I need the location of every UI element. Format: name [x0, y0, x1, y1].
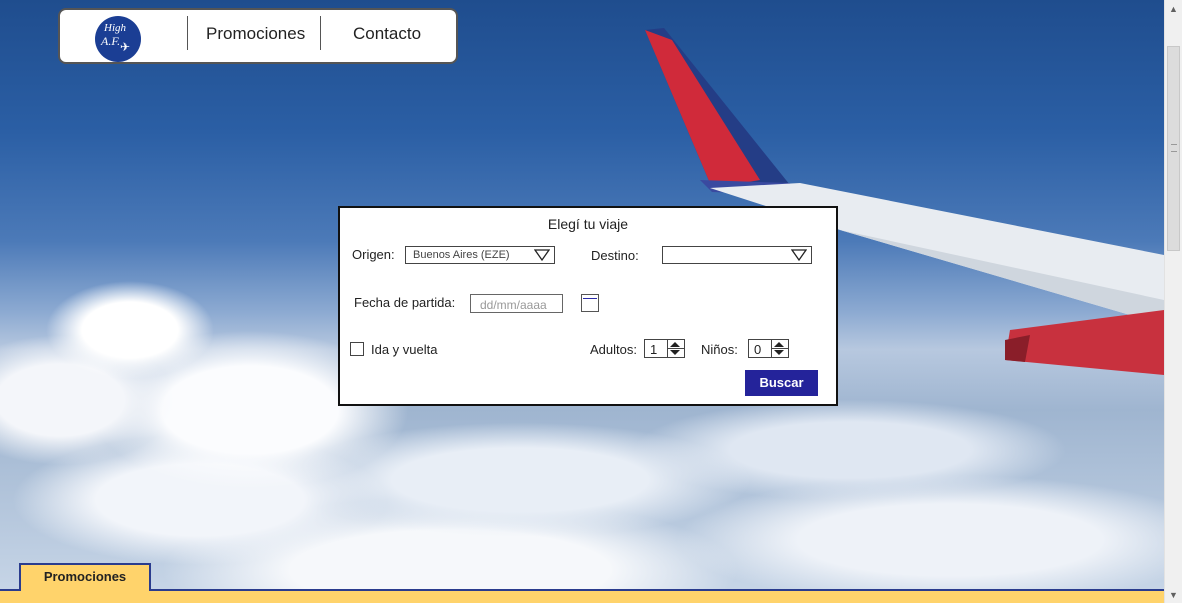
date-label: Fecha de partida:	[354, 295, 456, 310]
nav-divider	[320, 16, 321, 50]
adults-value: 1	[650, 342, 658, 357]
decrement-icon[interactable]	[670, 350, 680, 355]
vertical-scrollbar[interactable]: ▲ ▼	[1164, 0, 1182, 603]
decrement-icon[interactable]	[774, 350, 784, 355]
scroll-down-icon[interactable]: ▼	[1165, 586, 1182, 603]
departure-date-input[interactable]: dd/mm/aaaa	[470, 294, 563, 313]
destination-label: Destino:	[591, 248, 639, 263]
nav-divider	[187, 16, 188, 50]
destination-select[interactable]	[662, 246, 812, 264]
children-value: 0	[754, 342, 762, 357]
adults-label: Adultos:	[590, 342, 637, 357]
scroll-up-icon[interactable]: ▲	[1165, 0, 1182, 17]
children-stepper[interactable]: 0	[748, 339, 789, 358]
nav-link-promociones[interactable]: Promociones	[206, 24, 305, 44]
logo-text-line2: A.F.	[101, 34, 121, 48]
increment-icon[interactable]	[670, 342, 680, 347]
logo-text-line1: High	[104, 22, 126, 34]
booking-form: Elegí tu viaje Origen: Buenos Aires (EZE…	[338, 206, 838, 406]
adults-stepper[interactable]: 1	[644, 339, 685, 358]
origin-select[interactable]: Buenos Aires (EZE)	[405, 246, 555, 264]
bottom-bar	[0, 589, 1164, 603]
roundtrip-label: Ida y vuelta	[371, 342, 438, 357]
increment-icon[interactable]	[774, 342, 784, 347]
origin-select-value: Buenos Aires (EZE)	[413, 249, 510, 261]
roundtrip-checkbox[interactable]	[350, 342, 364, 356]
chevron-down-icon	[534, 249, 550, 261]
brand-logo[interactable]: High A.F. ✈	[95, 16, 141, 62]
top-nav: High A.F. ✈ Promociones Contacto	[58, 8, 458, 64]
tab-promociones[interactable]: Promociones	[19, 563, 151, 591]
calendar-icon[interactable]	[581, 294, 599, 312]
nav-link-contacto[interactable]: Contacto	[353, 24, 421, 44]
airplane-icon: ✈	[120, 40, 131, 54]
origin-label: Origen:	[352, 247, 395, 262]
search-button[interactable]: Buscar	[745, 370, 818, 396]
chevron-down-icon	[791, 249, 807, 261]
scrollbar-thumb[interactable]	[1167, 46, 1180, 251]
children-label: Niños:	[701, 342, 738, 357]
booking-title: Elegí tu viaje	[547, 216, 629, 232]
